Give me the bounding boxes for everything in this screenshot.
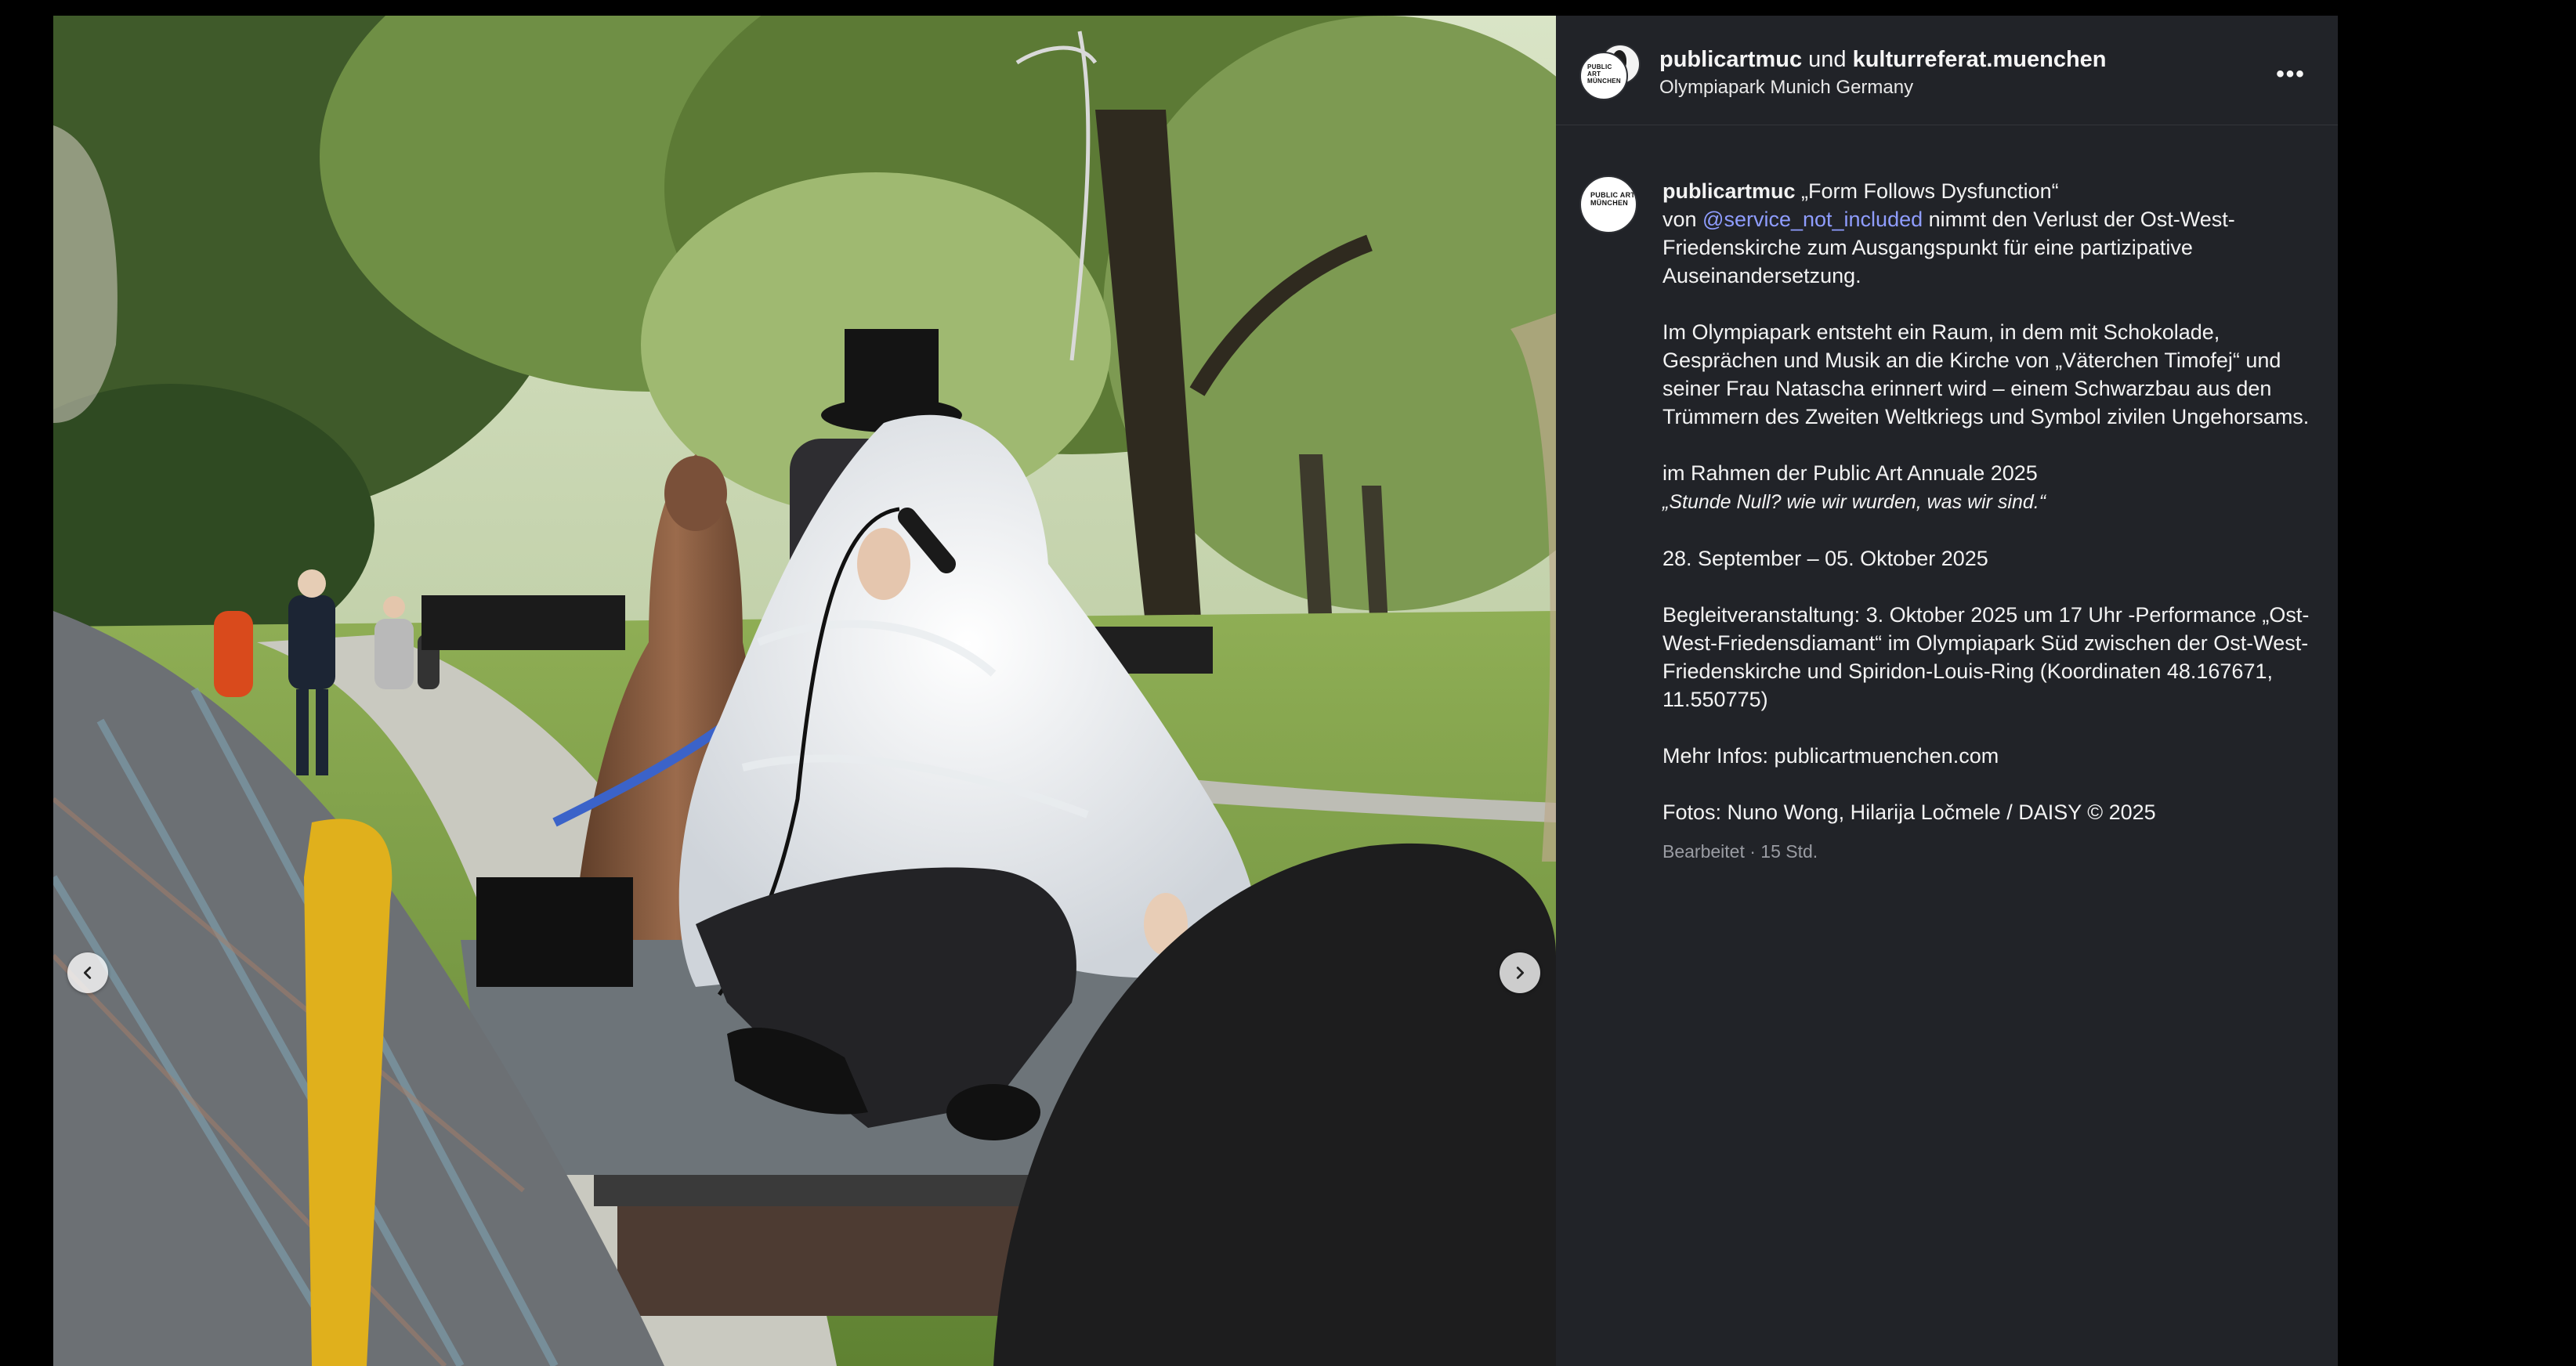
- annuale-line: im Rahmen der Public Art Annuale 2025: [1662, 461, 2038, 485]
- previous-image-button[interactable]: [67, 952, 108, 993]
- caption-author-avatar[interactable]: PUBLIC ART MÜNCHEN: [1579, 175, 1637, 233]
- caption-paragraph-3: im Rahmen der Public Art Annuale 2025 „St…: [1662, 459, 2313, 516]
- more-horizontal-icon: •••: [2276, 61, 2306, 87]
- collaborator-username-link[interactable]: kulturreferat.muenchen: [1853, 47, 2107, 72]
- author-username-link[interactable]: publicartmuc: [1659, 47, 1802, 72]
- post-location-link[interactable]: Olympiapark Munich Germany: [1659, 75, 2244, 100]
- annuale-motto: „Stunde Null? wie wir wurden, was wir si…: [1662, 491, 2046, 513]
- caption-event: Begleitveranstaltung: 3. Oktober 2025 um…: [1662, 603, 2310, 711]
- post-edit-time: Bearbeitet · 15 Std.: [1662, 841, 1818, 862]
- caption-paragraph-2: Im Olympiapark entsteht ein Raum, in dem…: [1662, 320, 2310, 428]
- caption-more-info: Mehr Infos: publicartmuenchen.com: [1662, 744, 1999, 768]
- post-details-panel: PUBLIC ART MÜNCHEN publicartmuc und kult…: [1556, 16, 2338, 1366]
- caption-dates: 28. September – 05. Oktober 2025: [1662, 547, 1988, 570]
- post-photo[interactable]: [53, 16, 1556, 1366]
- post-header: PUBLIC ART MÜNCHEN publicartmuc und kult…: [1556, 16, 2338, 125]
- chevron-right-icon: [1516, 967, 1525, 979]
- post-authors: publicartmuc und kulturreferat.muenchen: [1659, 44, 2244, 75]
- caption-username-link[interactable]: publicartmuc: [1662, 179, 1796, 203]
- caption-von: von: [1662, 208, 1703, 231]
- public-art-logo: PUBLIC ART MÜNCHEN: [1587, 63, 1621, 85]
- post-viewer: PUBLIC ART MÜNCHEN publicartmuc und kult…: [0, 0, 2576, 1366]
- mention-link[interactable]: @service_not_included: [1702, 208, 1923, 231]
- authors-connector: und: [1802, 47, 1853, 72]
- caption-title: „Form Follows Dysfunction“: [1795, 179, 2059, 203]
- caption-text: publicartmuc „Form Follows Dysfunction“ v…: [1662, 177, 2313, 865]
- post-header-text: publicartmuc und kulturreferat.muenchen …: [1659, 44, 2244, 100]
- more-options-button[interactable]: •••: [2269, 63, 2313, 86]
- caption-paragraph-intro: publicartmuc „Form Follows Dysfunction“ v…: [1662, 177, 2313, 290]
- public-art-logo: PUBLIC ART MÜNCHEN: [1590, 191, 1636, 207]
- caption-credits: Fotos: Nuno Wong, Hilarija Ločmele / DAI…: [1662, 800, 2156, 824]
- chevron-left-icon: [83, 967, 92, 979]
- next-image-button[interactable]: [1500, 952, 1540, 993]
- performance-photo-illustration: [53, 16, 1556, 1366]
- author-avatar[interactable]: PUBLIC ART MÜNCHEN: [1579, 52, 1628, 100]
